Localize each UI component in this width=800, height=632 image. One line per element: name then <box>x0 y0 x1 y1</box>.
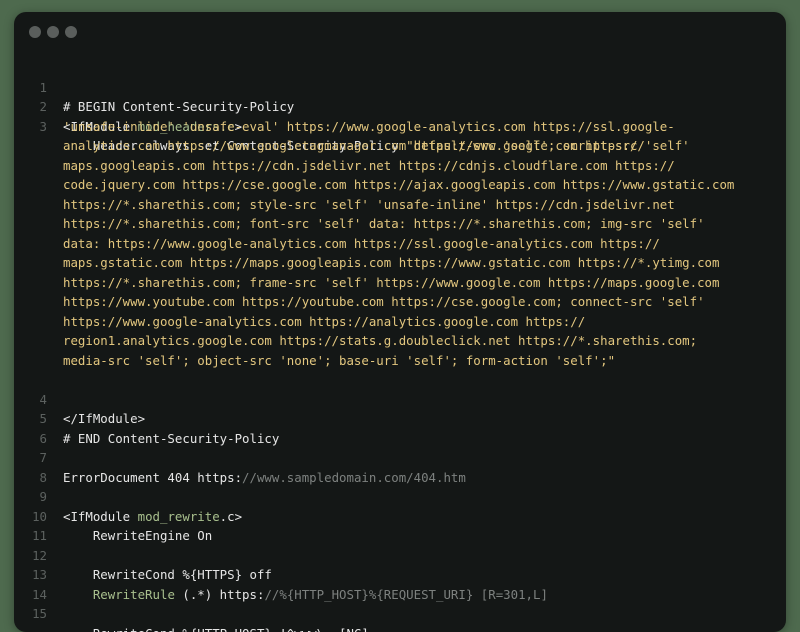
code-line-wrap: https://www.youtube.com https://youtube.… <box>14 292 786 312</box>
string-value: maps.gstatic.com https://maps.googleapis… <box>63 253 719 273</box>
code-line: 2 <IfModule mod_headers.c> <box>14 78 786 98</box>
code-line-wrap: media-src 'self'; object-src 'none'; bas… <box>14 351 786 371</box>
code-line-wrap: region1.analytics.google.com https://sta… <box>14 331 786 351</box>
code-line-wrap: https://*.sharethis.com; style-src 'self… <box>14 195 786 215</box>
code-line: 5 # END Content-Security-Policy <box>14 390 786 410</box>
code-line-wrap: https://*.sharethis.com; frame-src 'self… <box>14 273 786 293</box>
string-value: https://www.youtube.com https://youtube.… <box>63 292 705 312</box>
code-line: 12 RewriteCond %{HTTPS} off <box>14 526 786 546</box>
code-line: 7 ErrorDocument 404 https://www.sampledo… <box>14 429 786 449</box>
code-line: 11 <box>14 507 786 527</box>
code-line: 6 <box>14 409 786 429</box>
code-line-wrap: maps.gstatic.com https://maps.googleapis… <box>14 253 786 273</box>
string-value: https://*.sharethis.com; frame-src 'self… <box>63 273 719 293</box>
code-line: 4 </IfModule> <box>14 370 786 390</box>
code-line: 15 RewriteCond %{HTTP_HOST} !^www\. [NC] <box>14 585 786 605</box>
code-line: 9 <IfModule mod_rewrite.c> <box>14 468 786 488</box>
code-line-wrap: maps.googleapis.com https://cdn.jsdelivr… <box>14 156 786 176</box>
code-editor[interactable]: 1 # BEGIN Content-Security-Policy 2 <IfM… <box>14 58 786 604</box>
string-value: media-src 'self'; object-src 'none'; bas… <box>63 351 615 371</box>
code-line-wrap: code.jquery.com https://cse.google.com h… <box>14 175 786 195</box>
code-line: 13 RewriteRule (.*) https://%{HTTP_HOST}… <box>14 546 786 566</box>
string-value: maps.googleapis.com https://cdn.jsdelivr… <box>63 156 675 176</box>
code-window: 1 # BEGIN Content-Security-Policy 2 <IfM… <box>14 12 786 632</box>
close-window-icon[interactable] <box>29 26 41 38</box>
code-line-wrap: https://*.sharethis.com; font-src 'self'… <box>14 214 786 234</box>
string-value: https://www.google-analytics.com https:/… <box>63 312 585 332</box>
title-bar <box>14 12 786 52</box>
minimize-window-icon[interactable] <box>47 26 59 38</box>
string-value: analytics.com https://www.googletagmanag… <box>63 136 645 156</box>
code-line-wrap: https://www.google-analytics.com https:/… <box>14 312 786 332</box>
code-line-wrap: analytics.com https://www.googletagmanag… <box>14 136 786 156</box>
code-line: 1 # BEGIN Content-Security-Policy <box>14 58 786 78</box>
string-value: data: https://www.google-analytics.com h… <box>63 234 660 254</box>
string-value: region1.analytics.google.com https://sta… <box>63 331 697 351</box>
code-line-wrap: data: https://www.google-analytics.com h… <box>14 234 786 254</box>
code-line-wrap: 'unsafe-inline' 'unsafe-eval' https://ww… <box>14 117 786 137</box>
maximize-window-icon[interactable] <box>65 26 77 38</box>
string-value: 'unsafe-inline' 'unsafe-eval' https://ww… <box>63 117 675 137</box>
code-line: 14 <box>14 565 786 585</box>
code-line: 3 Header always set Content-Security-Pol… <box>14 97 786 117</box>
string-value: https://*.sharethis.com; font-src 'self'… <box>63 214 705 234</box>
code-line: 10 RewriteEngine On <box>14 487 786 507</box>
code-text: RewriteCond %{HTTP_HOST} !^www\. [NC] <box>63 624 369 632</box>
line-number: 15 <box>14 604 47 624</box>
code-line: 8 <box>14 448 786 468</box>
string-value: code.jquery.com https://cse.google.com h… <box>63 175 734 195</box>
string-value: https://*.sharethis.com; style-src 'self… <box>63 195 675 215</box>
